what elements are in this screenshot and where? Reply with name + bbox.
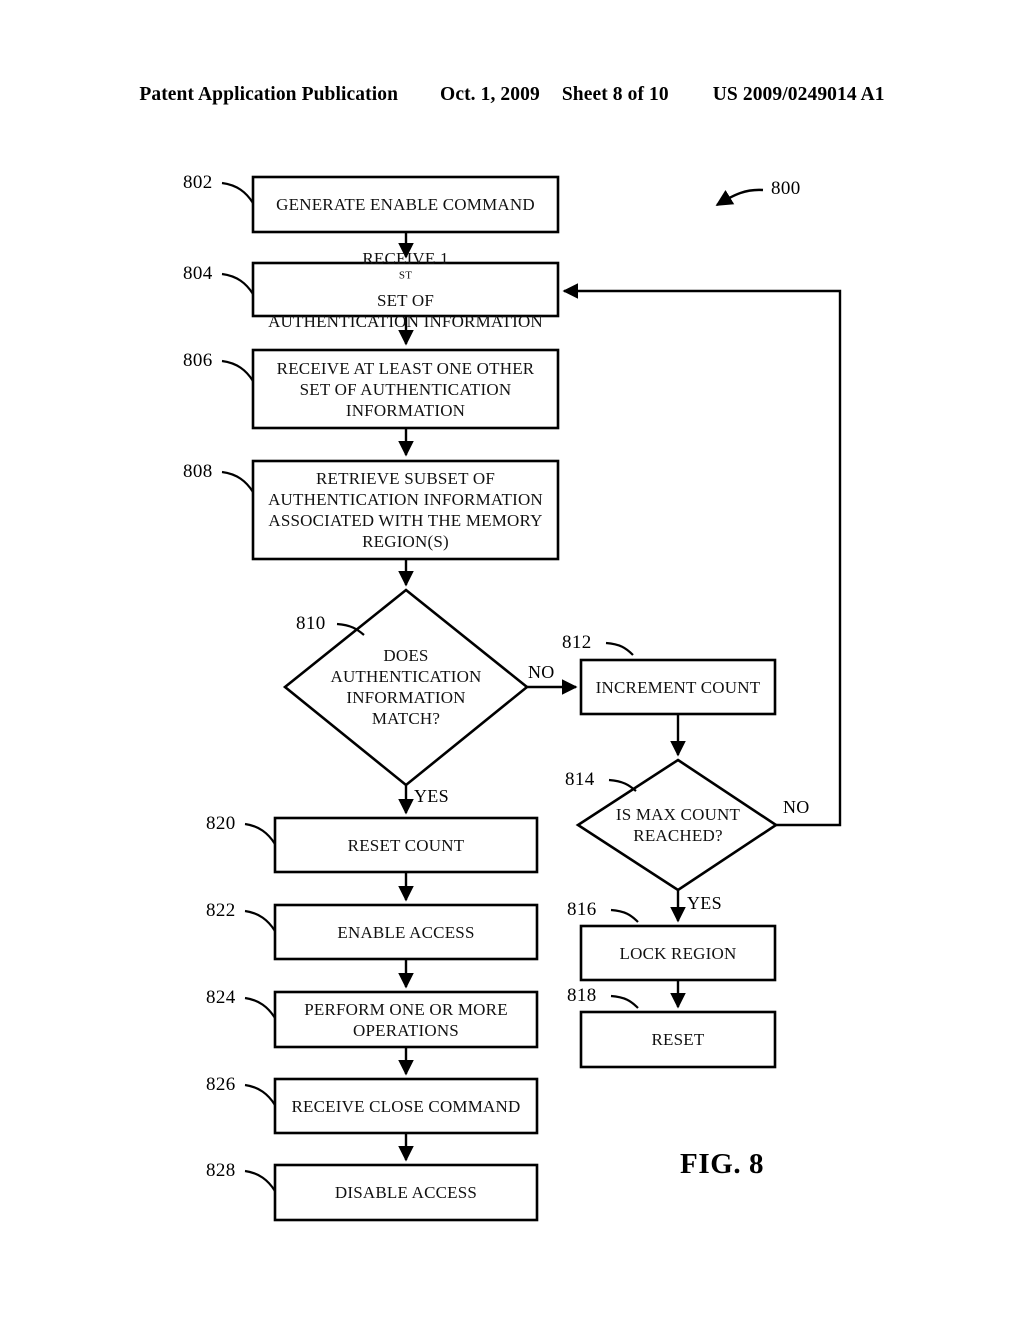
leader-826 — [244, 1083, 276, 1106]
reference-numeral-812: 812 — [562, 632, 592, 653]
reference-numeral-826: 826 — [206, 1074, 236, 1095]
reference-numeral-800: 800 — [771, 178, 801, 199]
patent-figure-page: Patent Application Publication Oct. 1, 2… — [0, 0, 1024, 1320]
reference-numeral-808: 808 — [183, 461, 213, 482]
branch-label-814-no: NO — [783, 797, 810, 817]
branch-label-810-yes: YES — [414, 786, 449, 806]
node-box-822 — [273, 903, 539, 961]
leader-824 — [244, 996, 276, 1019]
leader-806 — [221, 359, 254, 382]
branch-label-810-no: NO — [528, 662, 555, 682]
reference-numeral-824: 824 — [206, 987, 236, 1008]
reference-numeral-814: 814 — [565, 769, 595, 790]
node-box-826 — [273, 1077, 539, 1135]
leader-822 — [244, 909, 276, 932]
node-diamond-814 — [575, 758, 779, 892]
reference-numeral-816: 816 — [567, 899, 597, 920]
node-box-812 — [579, 658, 777, 716]
leader-800-figure — [715, 188, 764, 207]
reference-numeral-822: 822 — [206, 900, 236, 921]
leader-818 — [610, 994, 639, 1009]
node-box-802 — [251, 175, 560, 234]
leader-820 — [244, 822, 276, 845]
node-box-828 — [273, 1163, 539, 1222]
reference-numeral-818: 818 — [567, 985, 597, 1006]
leader-812 — [605, 641, 634, 656]
branch-label-814-yes: YES — [687, 893, 722, 913]
node-box-818 — [579, 1010, 777, 1069]
node-box-820 — [273, 816, 539, 874]
node-box-816 — [579, 924, 777, 982]
node-box-808 — [251, 459, 560, 561]
node-box-804 — [251, 261, 560, 318]
reference-numeral-810: 810 — [296, 613, 326, 634]
node-box-806 — [251, 348, 560, 430]
reference-numeral-804: 804 — [183, 263, 213, 284]
flowchart-graphics — [221, 175, 842, 1222]
leader-816 — [610, 908, 639, 923]
reference-numeral-806: 806 — [183, 350, 213, 371]
node-box-824 — [273, 990, 539, 1049]
connector-814-804-feedback — [562, 283, 842, 827]
leader-802 — [221, 181, 254, 204]
reference-numeral-820: 820 — [206, 813, 236, 834]
leader-808 — [221, 470, 254, 493]
figure-caption: FIG. 8 — [680, 1148, 765, 1180]
leader-828 — [244, 1169, 276, 1192]
leader-804 — [221, 272, 254, 295]
reference-numeral-828: 828 — [206, 1160, 236, 1181]
reference-numeral-802: 802 — [183, 172, 213, 193]
